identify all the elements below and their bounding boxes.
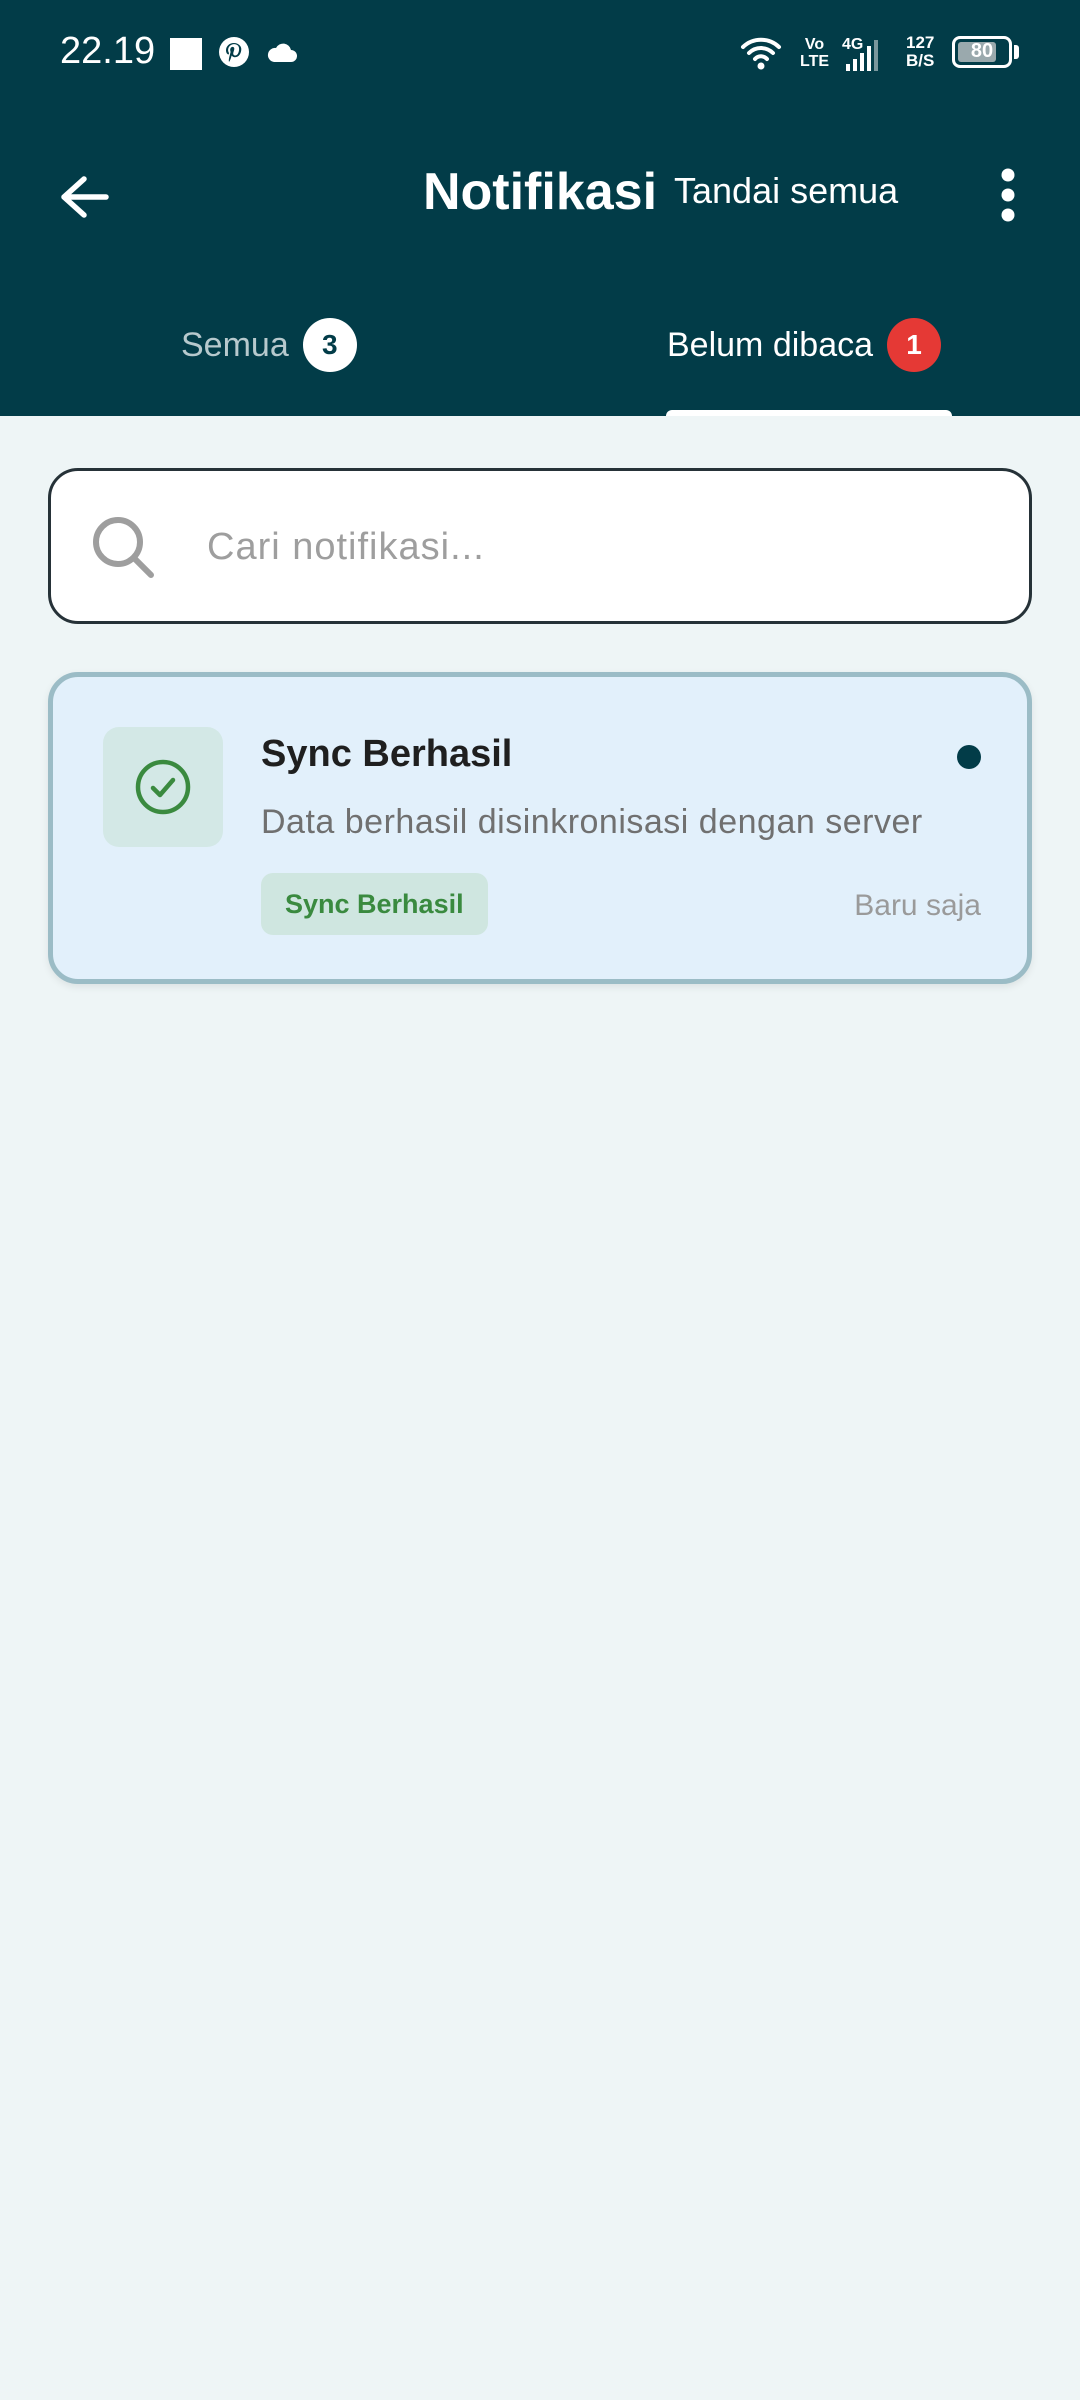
notification-title: Sync Berhasil [261, 733, 513, 775]
more-vertical-icon [1001, 168, 1015, 222]
app-bar: Notifikasi Tandai semua [0, 140, 1080, 250]
speed-value: 127 [906, 33, 935, 52]
check-circle-icon [135, 759, 191, 815]
square-notification-icon [170, 38, 202, 70]
battery-level-text: 80 [970, 40, 994, 62]
status-time: 22.19 [60, 30, 156, 72]
volte-indicator: Vo LTE [800, 36, 829, 70]
notification-icon-box [103, 727, 223, 847]
tab-unread-count-badge: 1 [887, 318, 942, 372]
battery-icon: 80 [952, 36, 1012, 68]
network-speed: 127 B/S [906, 34, 934, 70]
mark-all-read-button[interactable]: Tandai semua [674, 170, 898, 212]
tab-unread[interactable]: Belum dibaca 1 [667, 300, 942, 390]
wifi-icon [740, 36, 782, 75]
tab-unread-label: Belum dibaca [667, 325, 874, 364]
svg-text:4G: 4G [842, 36, 863, 53]
volte-top-text: Vo [804, 36, 825, 53]
status-bar: 22.19 Vo LTE 4G 127 B/S 80 [0, 0, 1080, 110]
unread-indicator-dot [957, 745, 981, 769]
notification-message: Data berhasil disinkronisasi dengan serv… [261, 803, 923, 841]
selected-tab-indicator [666, 410, 952, 416]
notification-card[interactable]: Sync Berhasil Data berhasil disinkronisa… [48, 672, 1032, 984]
battery-tip [1014, 45, 1019, 59]
tab-all-label: Semua [181, 325, 289, 364]
cloud-icon [266, 40, 298, 69]
signal-icon: 4G [840, 34, 890, 79]
volte-bottom-text: LTE [800, 53, 830, 70]
search-input[interactable] [205, 511, 989, 583]
app-header: 22.19 Vo LTE 4G 127 B/S 80 Notifikasi Ta… [0, 0, 1080, 416]
tab-all[interactable]: Semua 3 [181, 300, 357, 390]
page-title: Notifikasi [422, 163, 658, 221]
tab-all-count-badge: 3 [302, 318, 357, 372]
search-icon [91, 515, 157, 586]
pinterest-icon [218, 36, 250, 73]
speed-unit: B/S [906, 51, 935, 70]
notification-time: Baru saja [854, 889, 981, 922]
notification-type-tag: Sync Berhasil [261, 873, 488, 935]
search-box[interactable] [48, 468, 1032, 624]
more-options-button[interactable] [986, 160, 1030, 230]
